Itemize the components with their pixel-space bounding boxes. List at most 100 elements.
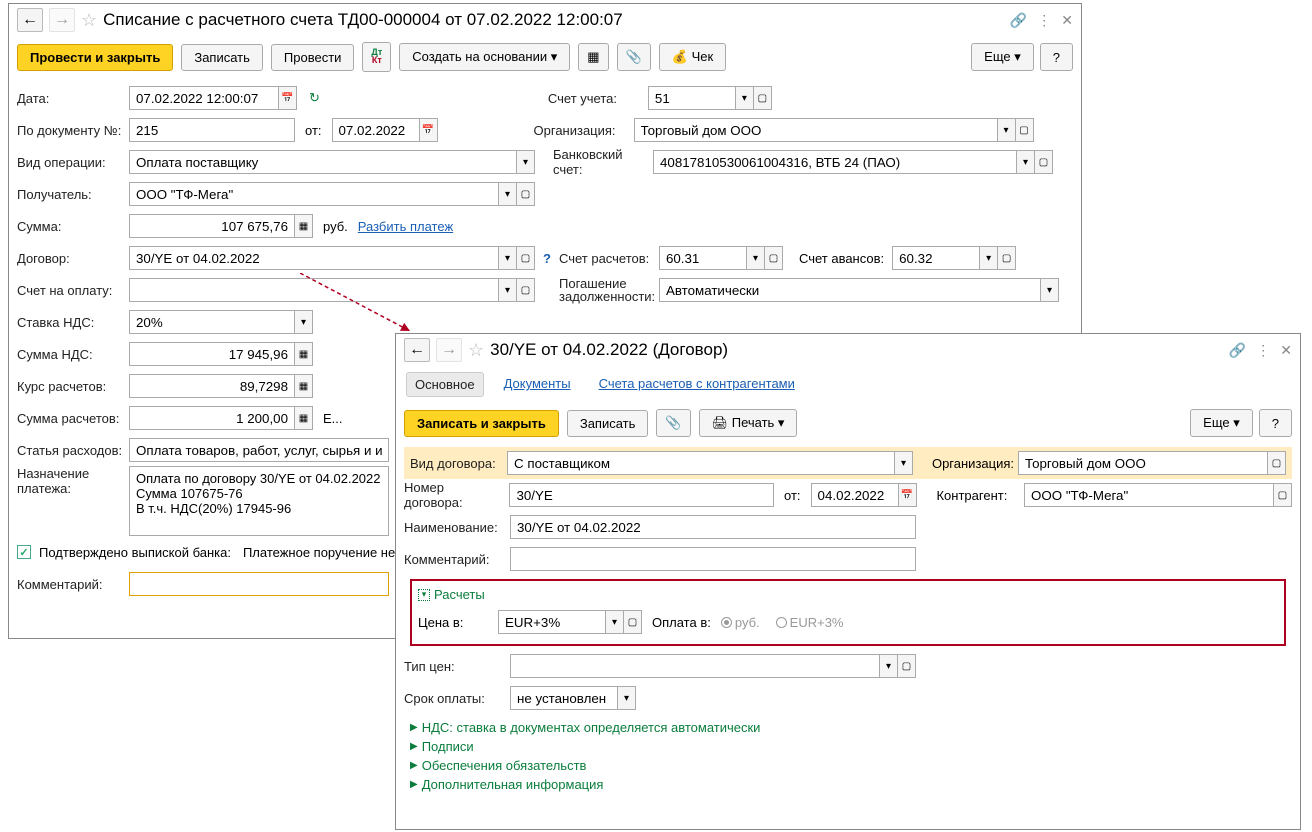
expense-input[interactable] [129,438,389,462]
settleacc-input[interactable] [659,246,747,270]
more-button[interactable]: Еще ▾ [971,43,1034,71]
dropdown-icon[interactable]: ▾ [606,610,624,634]
dropdown-icon[interactable]: ▾ [499,278,517,302]
help-icon[interactable]: ? [539,251,555,266]
post-button[interactable]: Провести [271,44,355,71]
counterparty-input[interactable] [1024,483,1274,507]
pricetype-input[interactable] [510,654,880,678]
dropdown-icon[interactable]: ▾ [499,182,517,206]
check-button[interactable]: 💰 Чек [659,43,726,71]
save-button[interactable]: Записать [181,44,263,71]
attach-button[interactable]: 📎 [656,409,690,437]
menu-icon[interactable]: ⋮ [1037,12,1051,29]
tab-accounts[interactable]: Счета расчетов с контрагентами [591,372,803,397]
dropdown-icon[interactable]: ▾ [736,86,754,110]
open-icon[interactable]: ▢ [517,182,535,206]
save-button[interactable]: Записать [567,410,649,437]
bankacc-input[interactable] [653,150,1017,174]
menu-icon[interactable]: ⋮ [1256,342,1270,359]
open-icon[interactable]: ▢ [517,246,535,270]
amount-input[interactable] [129,214,295,238]
calendar-icon[interactable]: 📅 [420,118,438,142]
sync-icon[interactable]: ↻ [309,90,320,106]
dropdown-icon[interactable]: ▾ [1017,150,1035,174]
open-icon[interactable]: ▢ [998,246,1016,270]
debt-input[interactable] [659,278,1041,302]
org-input[interactable] [634,118,998,142]
vatrate-input[interactable] [129,310,295,334]
help-button[interactable]: ? [1040,43,1073,71]
dropdown-icon[interactable]: ▾ [499,246,517,270]
favorite-icon[interactable]: ☆ [468,340,484,361]
nav-back-button[interactable]: ← [404,338,430,362]
open-icon[interactable]: ▢ [517,278,535,302]
date-input[interactable] [129,86,279,110]
calc-icon[interactable]: ▦ [295,406,313,430]
obligations-expand[interactable]: ▶Обеспечения обязательств [410,756,1286,775]
nds-expand[interactable]: ▶НДС: ставка в документах определяется а… [410,718,1286,737]
nav-back-button[interactable]: ← [17,8,43,32]
close-icon[interactable]: ✕ [1061,12,1073,29]
dropdown-icon[interactable]: ▾ [980,246,998,270]
dropdown-icon[interactable]: ▾ [895,451,913,475]
contractno-input[interactable] [509,483,774,507]
link-icon[interactable]: 🔗 [1010,12,1027,29]
dtkt-button[interactable]: ДтКт [362,42,391,72]
org-input[interactable] [1018,451,1268,475]
calendar-icon[interactable]: 📅 [279,86,297,110]
dropdown-icon[interactable]: ▾ [1041,278,1059,302]
create-based-button[interactable]: Создать на основании ▾ [399,43,570,71]
vatsum-input[interactable] [129,342,295,366]
more-button[interactable]: Еще ▾ [1190,409,1253,437]
open-icon[interactable]: ▢ [898,654,916,678]
name-input[interactable] [510,515,916,539]
attach-button[interactable]: 📎 [617,43,651,71]
comment-input[interactable] [129,572,389,596]
calendar-icon[interactable]: 📅 [899,483,917,507]
close-icon[interactable]: ✕ [1280,342,1292,359]
contractdate-input[interactable] [811,483,899,507]
purpose-textarea[interactable] [129,466,389,536]
calc-icon[interactable]: ▦ [295,374,313,398]
dropdown-icon[interactable]: ▾ [880,654,898,678]
dropdown-icon[interactable]: ▾ [517,150,535,174]
optype-input[interactable] [129,150,517,174]
open-icon[interactable]: ▢ [1268,451,1286,475]
post-close-button[interactable]: Провести и закрыть [17,44,173,71]
advanceacc-input[interactable] [892,246,980,270]
docno-input[interactable] [129,118,295,142]
dropdown-icon[interactable]: ▾ [998,118,1016,142]
additional-expand[interactable]: ▶Дополнительная информация [410,775,1286,794]
open-icon[interactable]: ▢ [1016,118,1034,142]
signs-expand[interactable]: ▶Подписи [410,737,1286,756]
dropdown-icon[interactable]: ▾ [618,686,636,710]
save-close-button[interactable]: Записать и закрыть [404,410,559,437]
confirmed-checkbox[interactable]: ✓ [17,545,31,559]
split-link[interactable]: Разбить платеж [358,219,453,234]
open-icon[interactable]: ▢ [765,246,783,270]
contracttype-input[interactable] [507,451,895,475]
help-button[interactable]: ? [1259,409,1292,437]
settlements-header[interactable]: ▾ Расчеты [418,587,1278,602]
contract-input[interactable] [129,246,499,270]
favorite-icon[interactable]: ☆ [81,10,97,31]
open-icon[interactable]: ▢ [624,610,642,634]
nav-forward-button[interactable]: → [436,338,462,362]
open-icon[interactable]: ▢ [1035,150,1053,174]
invoice-input[interactable] [129,278,499,302]
tab-main[interactable]: Основное [406,372,484,397]
open-icon[interactable]: ▢ [1274,483,1292,507]
account-input[interactable] [648,86,736,110]
dropdown-icon[interactable]: ▾ [295,310,313,334]
link-icon[interactable]: 🔗 [1229,342,1246,359]
structure-button[interactable]: ▦ [578,43,608,71]
calc-icon[interactable]: ▦ [295,342,313,366]
docdate-input[interactable] [332,118,420,142]
payterm-input[interactable] [510,686,618,710]
comment-input[interactable] [510,547,916,571]
calc-icon[interactable]: ▦ [295,214,313,238]
print-button[interactable]: 🖨 Печать ▾ [699,409,798,437]
dropdown-icon[interactable]: ▾ [747,246,765,270]
rate-input[interactable] [129,374,295,398]
tab-docs[interactable]: Документы [496,372,579,397]
